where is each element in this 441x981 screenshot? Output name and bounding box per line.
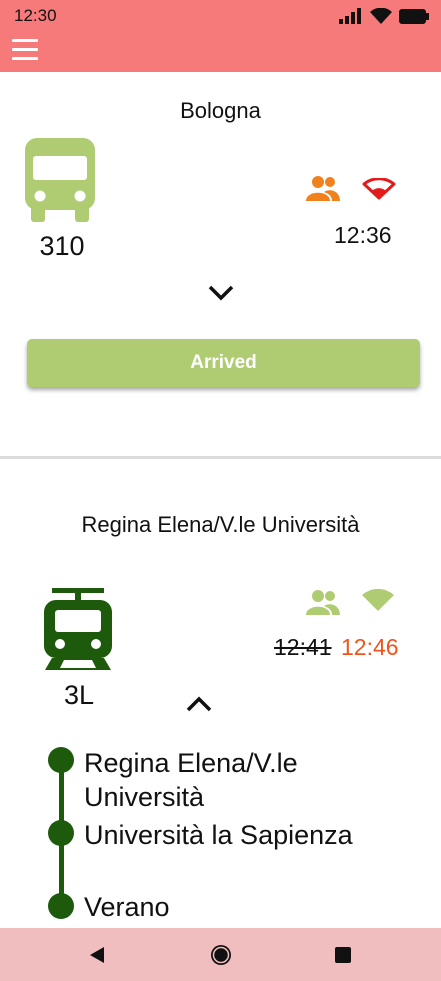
- arrival-time: 12:36: [334, 222, 392, 248]
- card-divider: [0, 456, 441, 459]
- menu-line: [12, 48, 38, 51]
- stop-list-item[interactable]: Università la Sapienza: [84, 818, 353, 852]
- wifi-status-icon: [370, 8, 392, 24]
- route-number-310: 310: [39, 231, 85, 261]
- stop-name-line: Università: [84, 782, 205, 812]
- app-bar: 12:30: [0, 0, 441, 72]
- scheduled-time: 12:41: [274, 634, 332, 660]
- back-icon: [90, 946, 104, 963]
- back-button[interactable]: [67, 928, 127, 981]
- recents-icon: [335, 946, 351, 963]
- recents-button[interactable]: [313, 928, 373, 981]
- wifi-signal-icon: [362, 178, 396, 200]
- menu-line: [12, 57, 38, 60]
- crowd-people-icon: [306, 590, 340, 615]
- battery-icon: [399, 8, 429, 24]
- menu-button[interactable]: [12, 39, 38, 63]
- crowd-people-icon: [306, 176, 340, 201]
- home-icon: [211, 944, 231, 965]
- route-number-3l: 3L: [63, 680, 95, 710]
- arrived-button[interactable]: Arrived: [27, 339, 420, 387]
- stop-dot: [48, 747, 74, 773]
- system-nav-bar: [0, 928, 441, 981]
- status-time: 12:30: [14, 6, 57, 25]
- stop-name-line: Università la Sapienza: [84, 820, 353, 850]
- stop-title-bologna: Bologna: [180, 98, 261, 123]
- status-icons: [339, 8, 429, 24]
- stop-dot: [48, 893, 74, 919]
- home-button[interactable]: [191, 928, 251, 981]
- wifi-signal-icon: [362, 589, 394, 611]
- stop-name-line: Verano: [84, 892, 170, 922]
- stop-dot: [48, 820, 74, 846]
- stop-name-line: Regina Elena/V.le: [84, 748, 298, 778]
- chevron-up-icon[interactable]: [185, 695, 213, 713]
- app-screen: 12:30 Bologna 310 12:36 Arrived Regina E…: [0, 0, 441, 981]
- expected-time: 12:46: [341, 634, 399, 660]
- menu-line: [12, 39, 38, 42]
- stop-list-item[interactable]: Verano: [84, 890, 170, 924]
- signal-strength-icon: [339, 8, 361, 24]
- tram-icon: [44, 588, 112, 670]
- chevron-down-icon[interactable]: [207, 284, 235, 302]
- stop-list-item[interactable]: Regina Elena/V.le Università: [84, 746, 298, 814]
- stop-title-regina-elena: Regina Elena/V.le Università: [81, 512, 360, 537]
- bus-icon: [25, 138, 95, 222]
